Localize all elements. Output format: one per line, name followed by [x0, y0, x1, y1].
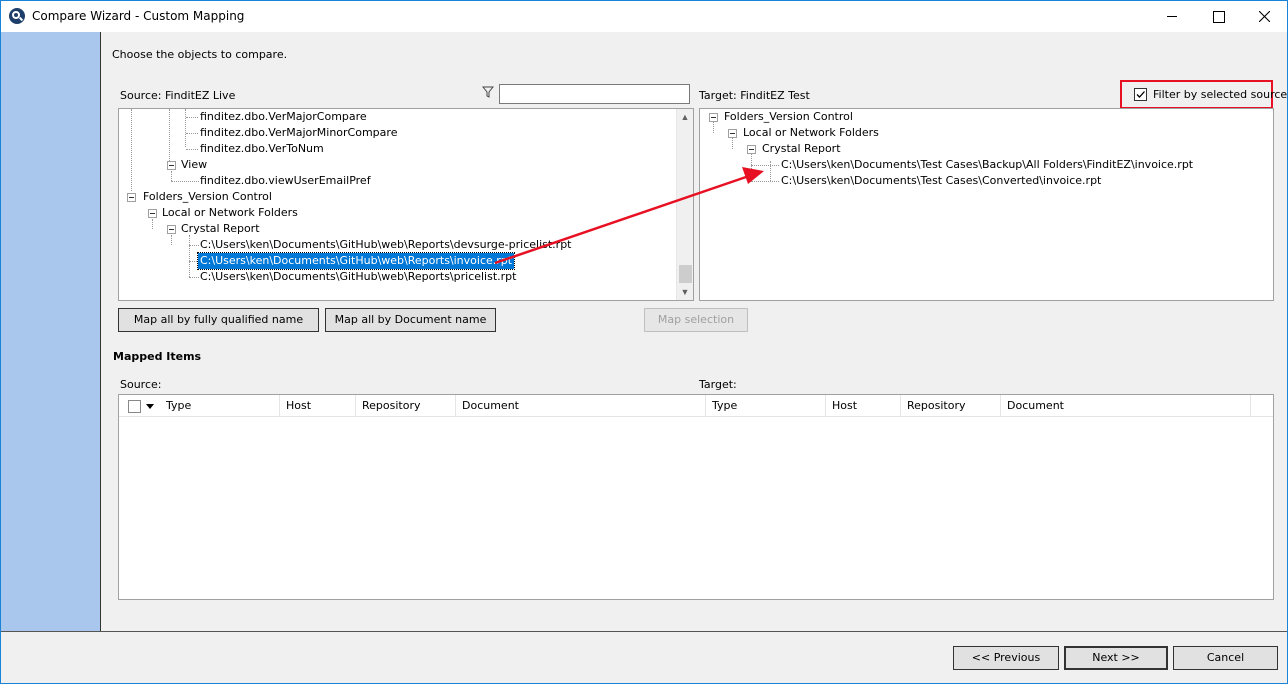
source-tree-item[interactable]: finditez.dbo.VerToNum	[200, 141, 324, 157]
source-tree-item[interactable]: Folders_Version Control	[143, 189, 272, 205]
instructions-text: Choose the objects to compare.	[112, 48, 288, 61]
target-tree-item[interactable]: Crystal Report	[762, 141, 841, 157]
checkmark-icon	[1136, 91, 1145, 98]
scroll-thumb[interactable]	[679, 265, 692, 283]
collapse-toggle-icon[interactable]	[167, 161, 176, 170]
col-header-target-document[interactable]: Document	[1001, 395, 1251, 417]
collapse-toggle-icon[interactable]	[709, 113, 718, 122]
filter-by-source-label: Filter by selected source	[1153, 88, 1288, 101]
wizard-footer: << Previous Next >> Cancel	[1, 631, 1287, 683]
source-tree-scrollbar[interactable]: ▲ ▼	[676, 109, 693, 300]
source-tree-item[interactable]: C:\Users\ken\Documents\GitHub\web\Report…	[200, 269, 516, 285]
mapped-target-label: Target:	[699, 378, 737, 391]
scroll-down-icon[interactable]: ▼	[677, 284, 693, 300]
source-tree-item-selected[interactable]: C:\Users\ken\Documents\GitHub\web\Report…	[196, 252, 516, 270]
collapse-toggle-icon[interactable]	[728, 129, 737, 138]
source-tree-item[interactable]: finditez.dbo.VerMajorCompare	[200, 109, 367, 125]
col-header-source-host[interactable]: Host	[280, 395, 356, 417]
title-bar: Compare Wizard - Custom Mapping	[1, 1, 1287, 32]
filter-by-source-highlight: Filter by selected source	[1120, 80, 1287, 109]
select-all-checkbox[interactable]	[128, 400, 141, 413]
source-tree-item[interactable]: finditez.dbo.VerMajorMinorCompare	[200, 125, 397, 141]
mapped-items-grid[interactable]: Type Host Repository Document Type Host …	[118, 394, 1274, 600]
map-all-by-fqn-button[interactable]: Map all by fully qualified name	[118, 308, 319, 332]
col-header-source-document[interactable]: Document	[456, 395, 706, 417]
source-filter-input[interactable]	[499, 84, 690, 104]
grid-header: Type Host Repository Document Type Host …	[119, 395, 1273, 417]
mapped-items-title: Mapped Items	[113, 350, 202, 363]
main-content: Choose the objects to compare. Source: F…	[102, 32, 1287, 631]
collapse-toggle-icon[interactable]	[747, 145, 756, 154]
col-header-source-repository[interactable]: Repository	[356, 395, 456, 417]
filter-funnel-icon	[482, 86, 494, 98]
target-tree-item[interactable]: Folders_Version Control	[724, 109, 853, 125]
app-logo-icon	[9, 8, 25, 24]
source-tree-item[interactable]: Local or Network Folders	[162, 205, 298, 221]
collapse-toggle-icon[interactable]	[127, 193, 136, 202]
collapse-toggle-icon[interactable]	[148, 209, 157, 218]
col-header-source-type[interactable]: Type	[160, 395, 280, 417]
col-header-target-type[interactable]: Type	[706, 395, 826, 417]
close-button[interactable]	[1241, 1, 1287, 32]
previous-button[interactable]: << Previous	[953, 646, 1059, 670]
window-title: Compare Wizard - Custom Mapping	[32, 9, 245, 23]
target-tree-item[interactable]: C:\Users\ken\Documents\Test Cases\Conver…	[781, 173, 1101, 189]
next-button[interactable]: Next >>	[1064, 646, 1168, 670]
col-header-target-repository[interactable]: Repository	[901, 395, 1001, 417]
map-selection-button[interactable]: Map selection	[644, 308, 748, 332]
source-tree-item[interactable]: C:\Users\ken\Documents\GitHub\web\Report…	[200, 237, 572, 253]
maximize-button[interactable]	[1195, 1, 1241, 32]
compare-wizard-window: Compare Wizard - Custom Mapping Choose t…	[0, 0, 1288, 684]
source-tree-item[interactable]: View	[181, 157, 207, 173]
scroll-up-icon[interactable]: ▲	[677, 109, 693, 125]
wizard-side-panel	[1, 32, 101, 631]
source-tree-item[interactable]: finditez.dbo.viewUserEmailPref	[200, 173, 371, 189]
close-icon	[1259, 11, 1270, 22]
filter-by-source-checkbox[interactable]	[1134, 88, 1147, 101]
source-tree[interactable]: finditez.dbo.VerMajorCompare finditez.db…	[118, 108, 694, 301]
map-all-by-docname-button[interactable]: Map all by Document name	[325, 308, 496, 332]
source-label: Source: FinditEZ Live	[120, 89, 236, 102]
cancel-button[interactable]: Cancel	[1173, 646, 1278, 670]
col-header-target-host[interactable]: Host	[826, 395, 901, 417]
chevron-down-icon[interactable]	[146, 404, 154, 409]
target-tree-item[interactable]: C:\Users\ken\Documents\Test Cases\Backup…	[781, 157, 1193, 173]
target-tree[interactable]: Folders_Version Control Local or Network…	[699, 108, 1274, 301]
target-tree-item[interactable]: Local or Network Folders	[743, 125, 879, 141]
mapped-source-label: Source:	[120, 378, 162, 391]
minimize-button[interactable]	[1149, 1, 1195, 32]
collapse-toggle-icon[interactable]	[167, 225, 176, 234]
target-label: Target: FinditEZ Test	[699, 89, 810, 102]
source-tree-item[interactable]: Crystal Report	[181, 221, 260, 237]
